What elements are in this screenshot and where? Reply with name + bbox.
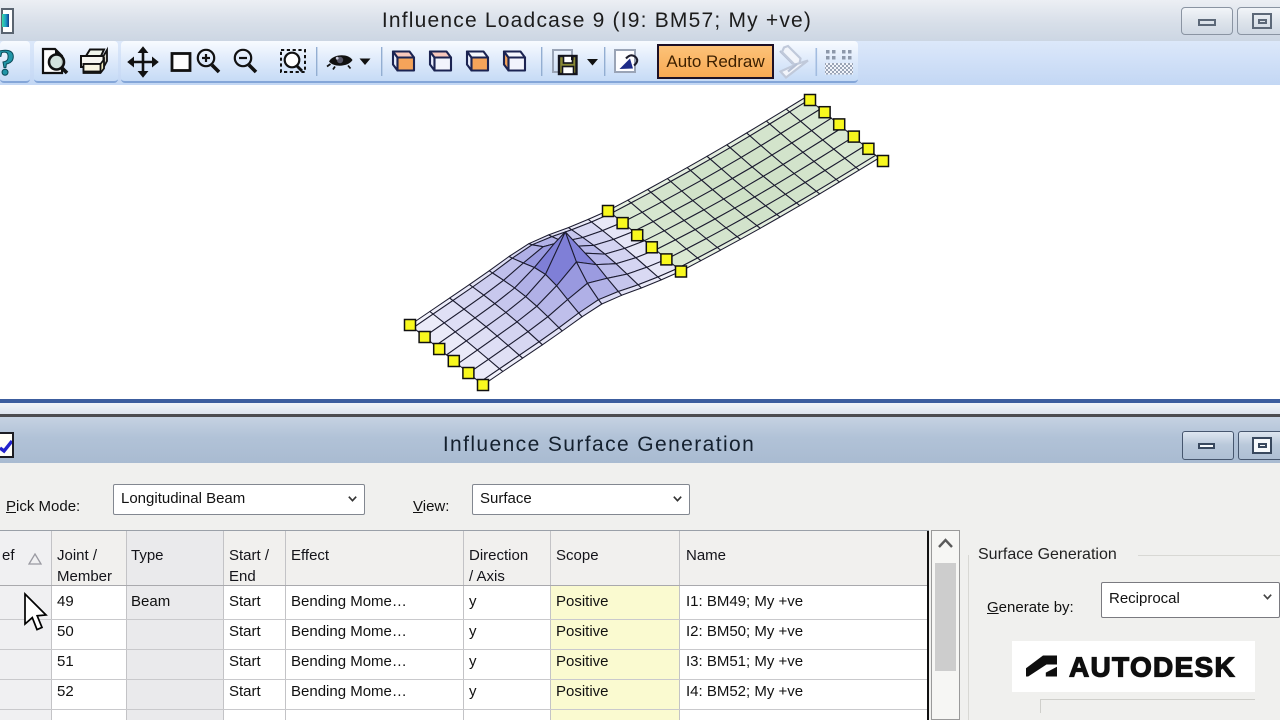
- svg-text:?: ?: [0, 43, 16, 84]
- svg-text:AUTODESK: AUTODESK: [1069, 652, 1236, 683]
